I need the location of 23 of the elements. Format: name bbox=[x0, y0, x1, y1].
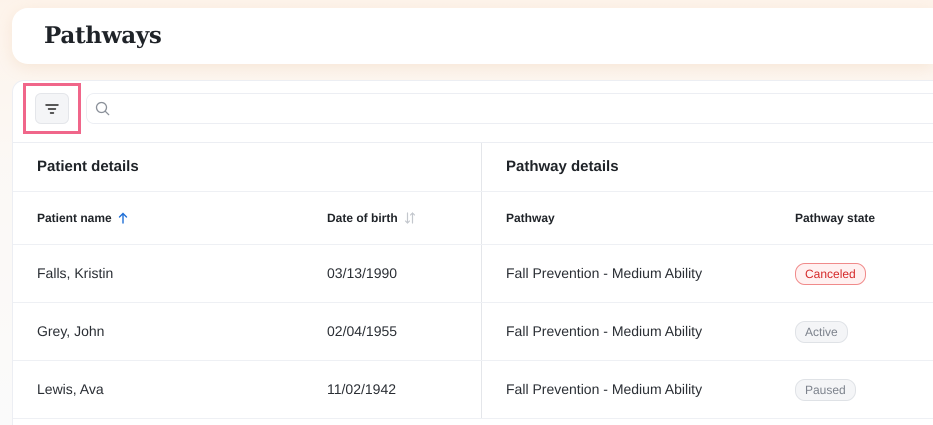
page-title: Pathways bbox=[44, 20, 162, 51]
table-cell: Fall Prevention - Medium Ability bbox=[506, 380, 702, 396]
column-header[interactable]: Patient name bbox=[37, 209, 112, 227]
search-icon bbox=[95, 101, 110, 116]
table-cell: Grey, John bbox=[37, 322, 104, 338]
table-cell-text: 03/13/1990 bbox=[327, 264, 398, 283]
status-badge: Paused bbox=[795, 378, 856, 400]
table-cell: Lewis, Ava bbox=[37, 380, 104, 396]
filter-button[interactable] bbox=[35, 93, 69, 124]
group-header: Pathway details bbox=[506, 156, 619, 177]
table-cell: Fall Prevention - Medium Ability bbox=[506, 322, 702, 338]
table-cell: Fall Prevention - Medium Ability bbox=[506, 264, 702, 280]
filter-icon bbox=[45, 104, 59, 114]
status-badge: Active bbox=[795, 320, 848, 342]
column-header[interactable]: Pathway bbox=[506, 209, 555, 227]
status-badge: Canceled bbox=[795, 262, 866, 284]
table-cell-text: 11/02/1942 bbox=[327, 380, 396, 399]
group-header: Patient details bbox=[37, 156, 139, 177]
column-header[interactable]: Pathway state bbox=[795, 209, 876, 227]
table-cell-text: 02/04/1955 bbox=[327, 322, 398, 341]
sort-ascending-icon[interactable] bbox=[118, 212, 128, 224]
table-cell: Falls, Kristin bbox=[37, 264, 114, 280]
column-header[interactable]: Date of birth bbox=[327, 209, 398, 227]
